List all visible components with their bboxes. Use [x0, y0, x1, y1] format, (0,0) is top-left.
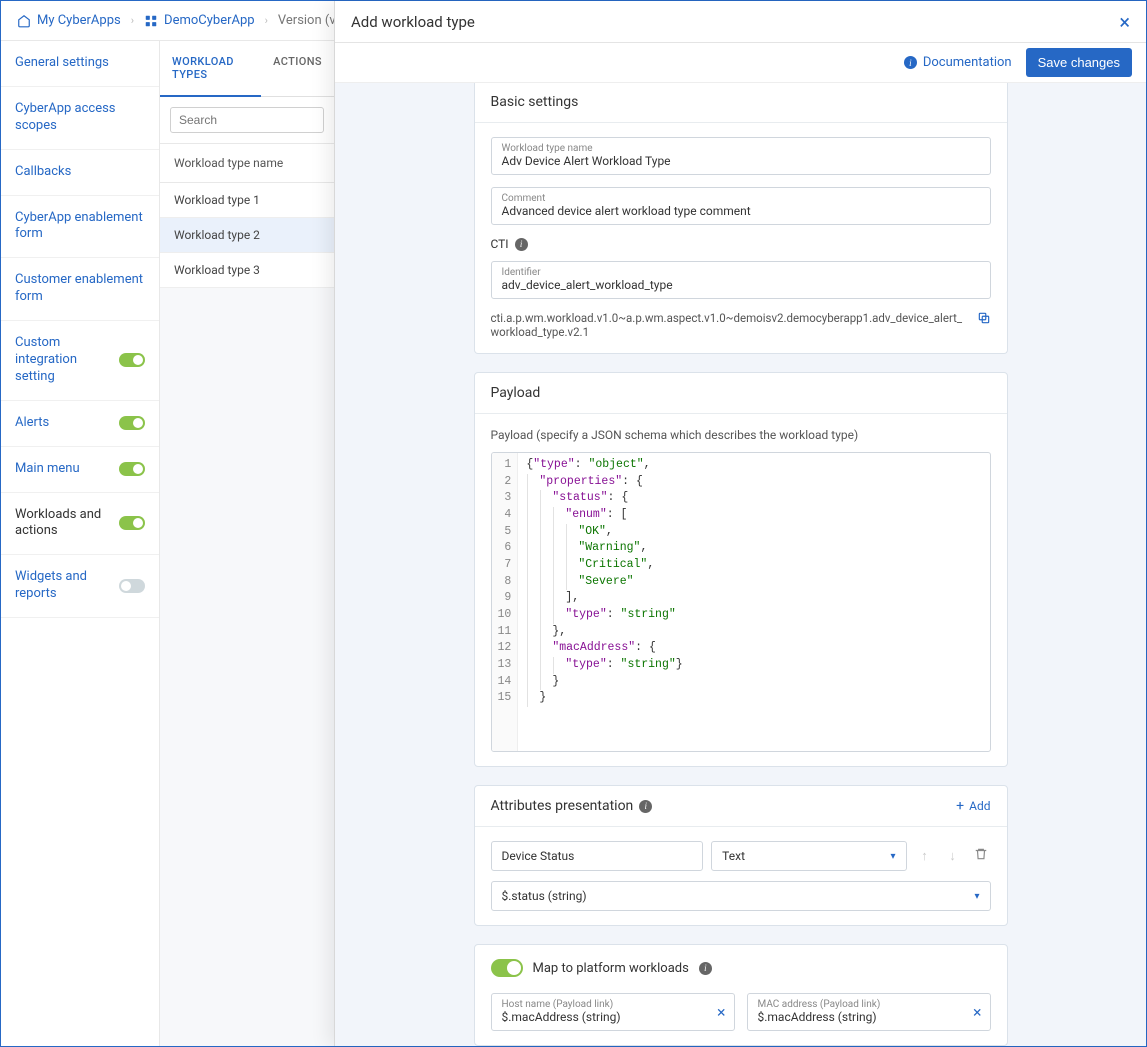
basic-settings-panel: Basic settings Workload type name Adv De… — [474, 83, 1008, 354]
map-label: Map to platform workloads — [533, 961, 689, 976]
trash-icon[interactable] — [971, 847, 991, 865]
info-icon: i — [904, 56, 917, 69]
comment-field[interactable]: Comment Advanced device alert workload t… — [491, 187, 991, 225]
move-down-icon[interactable]: ↓ — [943, 848, 963, 864]
list-item[interactable]: Workload type 3 — [160, 253, 334, 288]
payload-panel: Payload Payload (specify a JSON schema w… — [474, 372, 1008, 767]
info-icon[interactable]: i — [515, 238, 528, 251]
home-icon — [17, 14, 31, 28]
list-item[interactable]: Workload type 1 — [160, 183, 334, 218]
chevron-down-icon: ▾ — [974, 891, 979, 902]
chevron-right-icon: › — [131, 14, 134, 27]
add-workload-modal: Add workload type × i Documentation Save… — [334, 1, 1146, 1046]
toggle-icon[interactable] — [119, 579, 145, 593]
search-input[interactable] — [170, 107, 324, 133]
toggle-icon[interactable] — [119, 462, 145, 476]
tab-workload-types[interactable]: WORKLOAD TYPES — [160, 41, 261, 97]
nav-workloads-actions[interactable]: Workloads and actions — [1, 493, 159, 556]
breadcrumb-app[interactable]: DemoCyberApp — [144, 13, 255, 28]
documentation-link[interactable]: i Documentation — [904, 55, 1012, 70]
cti-string: cti.a.p.wm.workload.v1.0~a.p.wm.aspect.v… — [491, 311, 969, 339]
tab-actions[interactable]: ACTIONS — [261, 41, 334, 96]
nav-access-scopes[interactable]: CyberApp access scopes — [1, 87, 159, 150]
list-item[interactable]: Workload type 2 — [160, 218, 334, 253]
json-schema-editor[interactable]: 1 2 3 4 5 6 7 8 9 10 11 12 13 14 15 {"ty… — [491, 452, 991, 752]
nav-main-menu[interactable]: Main menu — [1, 447, 159, 493]
clear-icon[interactable]: × — [717, 1003, 726, 1022]
map-toggle[interactable] — [491, 959, 523, 977]
modal-title: Add workload type — [351, 13, 475, 31]
attr-name-input[interactable]: Device Status — [491, 841, 704, 871]
clear-icon[interactable]: × — [973, 1003, 982, 1022]
copy-icon[interactable] — [977, 311, 991, 328]
workload-list-column: WORKLOAD TYPES ACTIONS Workload type nam… — [160, 41, 335, 1046]
apps-icon — [144, 14, 158, 28]
nav-callbacks[interactable]: Callbacks — [1, 150, 159, 196]
nav-customer-enablement[interactable]: Customer enablement form — [1, 258, 159, 321]
nav-alerts[interactable]: Alerts — [1, 401, 159, 447]
attr-path-select[interactable]: $.status (string)▾ — [491, 881, 991, 911]
line-gutter: 1 2 3 4 5 6 7 8 9 10 11 12 13 14 15 — [492, 453, 519, 751]
host-name-field[interactable]: Host name (Payload link) $.macAddress (s… — [491, 993, 735, 1031]
payload-description: Payload (specify a JSON schema which des… — [491, 428, 991, 442]
info-icon[interactable]: i — [639, 800, 652, 813]
map-workloads-panel: Map to platform workloads i Host name (P… — [474, 944, 1008, 1046]
attributes-panel: Attributes presentation i + Add Device S… — [474, 785, 1008, 926]
chevron-down-icon: ▾ — [890, 851, 895, 862]
panel-heading: Payload — [475, 373, 1007, 414]
info-icon[interactable]: i — [699, 962, 712, 975]
toggle-icon[interactable] — [119, 353, 145, 367]
plus-icon: + — [956, 798, 964, 814]
panel-heading: Basic settings — [475, 83, 1007, 123]
mac-address-field[interactable]: MAC address (Payload link) $.macAddress … — [747, 993, 991, 1031]
nav-cyberapp-enablement[interactable]: CyberApp enablement form — [1, 196, 159, 259]
left-nav: General settings CyberApp access scopes … — [1, 41, 160, 1046]
list-header: Workload type name — [160, 144, 334, 183]
nav-custom-integration[interactable]: Custom integration setting — [1, 321, 159, 401]
add-attribute-button[interactable]: + Add — [956, 798, 990, 814]
nav-general-settings[interactable]: General settings — [1, 41, 159, 87]
save-button[interactable]: Save changes — [1026, 48, 1132, 77]
nav-widgets-reports[interactable]: Widgets and reports — [1, 555, 159, 618]
move-up-icon[interactable]: ↑ — [915, 848, 935, 864]
attr-type-select[interactable]: Text▾ — [711, 841, 906, 871]
panel-heading: Attributes presentation — [491, 798, 634, 814]
code-area[interactable]: {"type": "object", "properties": { "stat… — [518, 453, 989, 751]
toggle-icon[interactable] — [119, 516, 145, 530]
workload-name-field[interactable]: Workload type name Adv Device Alert Work… — [491, 137, 991, 175]
close-icon[interactable]: × — [1119, 12, 1130, 32]
toggle-icon[interactable] — [119, 416, 145, 430]
breadcrumb-root[interactable]: My CyberApps — [17, 13, 121, 28]
chevron-right-icon: › — [265, 14, 268, 27]
identifier-field[interactable]: Identifier adv_device_alert_workload_typ… — [491, 261, 991, 299]
cti-label: CTI i — [491, 237, 991, 251]
tabs: WORKLOAD TYPES ACTIONS — [160, 41, 334, 97]
